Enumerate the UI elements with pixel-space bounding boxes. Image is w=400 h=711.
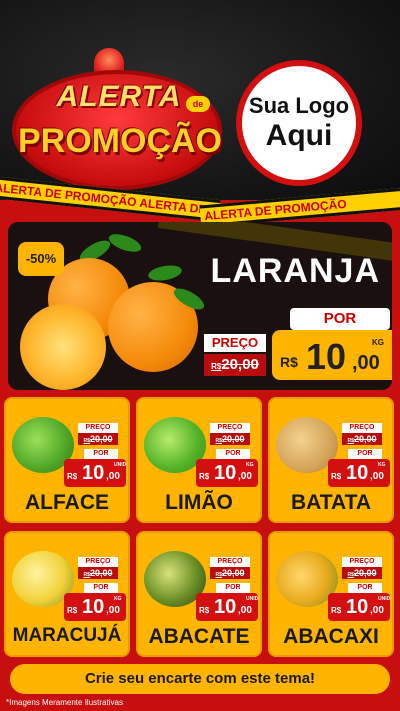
logo-text-line1: Sua Logo — [248, 93, 350, 118]
price-decimal: ,00 — [238, 471, 252, 482]
badge-title-promocao: PROMOÇÃO — [18, 122, 222, 160]
featured-product-name: LARANJA — [210, 252, 380, 290]
product-card[interactable]: PREÇO R$20,00 POR R$ 10 ,00 UNID ABACATE — [136, 531, 262, 657]
product-name: BATATA — [290, 491, 372, 514]
disclaimer: *Imagens Meramente Ilustrativas — [6, 698, 123, 707]
price-decimal: ,00 — [352, 352, 380, 374]
badge-de: de — [186, 96, 210, 112]
new-price-label: POR — [84, 583, 118, 593]
old-price-value: 20,00 — [221, 356, 259, 373]
product-name: ALFACE — [25, 491, 109, 514]
price-unit: KG — [246, 462, 254, 468]
price-integer: 10 — [214, 596, 237, 618]
product-card[interactable]: PREÇO R$20,00 POR R$ 10 ,00 KG MARACUJÁ — [4, 531, 130, 657]
price-currency: R$ — [67, 606, 78, 615]
price-currency: R$ — [199, 472, 210, 481]
price-integer: 10 — [82, 596, 105, 618]
header: ALERTA de PROMOÇÃO Sua Logo Aqui — [0, 0, 400, 200]
product-card[interactable]: PREÇO R$20,00 POR R$ 10 ,00 UNID ABACAXI — [268, 531, 394, 657]
orange-slice-icon — [20, 304, 106, 390]
old-price: R$20,00 — [210, 433, 250, 445]
price-decimal: ,00 — [106, 605, 120, 616]
new-price: R$ 10 ,00 UNID — [328, 593, 390, 621]
price-currency: R$ — [280, 354, 298, 370]
logo-text-line2: Aqui — [265, 119, 333, 152]
price-decimal: ,00 — [238, 605, 252, 616]
cta-banner[interactable]: Crie seu encarte com este tema! — [10, 664, 390, 694]
price-integer: 10 — [346, 596, 369, 618]
old-price-label: PREÇO — [342, 423, 382, 433]
price-decimal: ,00 — [106, 471, 120, 482]
featured-product-card[interactable]: -50% LARANJA PREÇO R$20,00 POR R$ 10 ,00… — [8, 222, 392, 390]
new-price-label: POR — [348, 449, 382, 459]
new-price: R$ 10 ,00 KG — [328, 459, 390, 487]
discount-badge: -50% — [18, 242, 64, 276]
price-currency: R$ — [331, 606, 342, 615]
new-price-label: POR — [290, 308, 390, 330]
new-price: R$ 10 ,00 KG — [272, 330, 392, 380]
price-currency: R$ — [331, 472, 342, 481]
logo-placeholder[interactable]: Sua Logo Aqui — [236, 60, 362, 186]
old-price-currency: R$ — [211, 362, 222, 371]
price-unit: UNID — [378, 596, 391, 602]
price-decimal: ,00 — [370, 471, 384, 482]
price-unit: KG — [378, 462, 386, 468]
product-card[interactable]: PREÇO R$20,00 POR R$ 10 ,00 KG LIMÃO — [136, 397, 262, 523]
old-price-value: 20,00 — [221, 568, 245, 578]
price-unit: KG — [114, 596, 122, 602]
badge-title-alerta: ALERTA — [56, 80, 182, 113]
old-price: R$20,00 — [210, 567, 250, 579]
price-integer: 10 — [82, 462, 105, 484]
price-integer: 10 — [346, 462, 369, 484]
new-price: R$ 10 ,00 KG — [64, 593, 126, 621]
product-grid: PREÇO R$20,00 POR R$ 10 ,00 UNID ALFACE … — [4, 397, 396, 661]
price-integer: 10 — [214, 462, 237, 484]
price-currency: R$ — [199, 606, 210, 615]
old-price-label: PREÇO — [78, 423, 118, 433]
product-name: ABACATE — [148, 625, 250, 648]
leaf-icon — [106, 230, 144, 256]
leaf-icon — [147, 263, 183, 283]
price-decimal: ,00 — [370, 605, 384, 616]
old-price-value: 20,00 — [353, 568, 377, 578]
old-price: R$20,00 — [78, 567, 118, 579]
old-price: R$20,00 — [78, 433, 118, 445]
price-currency: R$ — [67, 472, 78, 481]
new-price: R$ 10 ,00 UNID — [64, 459, 126, 487]
old-price-value: 20,00 — [89, 568, 113, 578]
old-price: R$20,00 — [342, 567, 382, 579]
new-price-label: POR — [216, 583, 250, 593]
price-unit: KG — [372, 338, 384, 347]
product-name: ABACAXI — [283, 625, 379, 648]
product-card[interactable]: PREÇO R$20,00 POR R$ 10 ,00 KG BATATA — [268, 397, 394, 523]
old-price-label: PREÇO — [342, 557, 382, 567]
price-unit: UNID — [114, 462, 127, 468]
old-price-value: 20,00 — [221, 434, 245, 444]
old-price-value: 20,00 — [89, 434, 113, 444]
price-integer: 10 — [306, 336, 347, 377]
old-price-label: PREÇO — [204, 334, 266, 352]
product-card[interactable]: PREÇO R$20,00 POR R$ 10 ,00 UNID ALFACE — [4, 397, 130, 523]
old-price-value: 20,00 — [353, 434, 377, 444]
product-name: MARACUJÁ — [12, 625, 122, 646]
old-price: R$20,00 — [204, 354, 266, 376]
new-price: R$ 10 ,00 KG — [196, 459, 258, 487]
new-price: R$ 10 ,00 UNID — [196, 593, 258, 621]
new-price-label: POR — [348, 583, 382, 593]
old-price: R$20,00 — [342, 433, 382, 445]
old-price-label: PREÇO — [78, 557, 118, 567]
old-price-label: PREÇO — [210, 423, 250, 433]
new-price-label: POR — [84, 449, 118, 459]
old-price-label: PREÇO — [210, 557, 250, 567]
product-name: LIMÃO — [165, 491, 233, 514]
price-unit: UNID — [246, 596, 259, 602]
new-price-label: POR — [216, 449, 250, 459]
